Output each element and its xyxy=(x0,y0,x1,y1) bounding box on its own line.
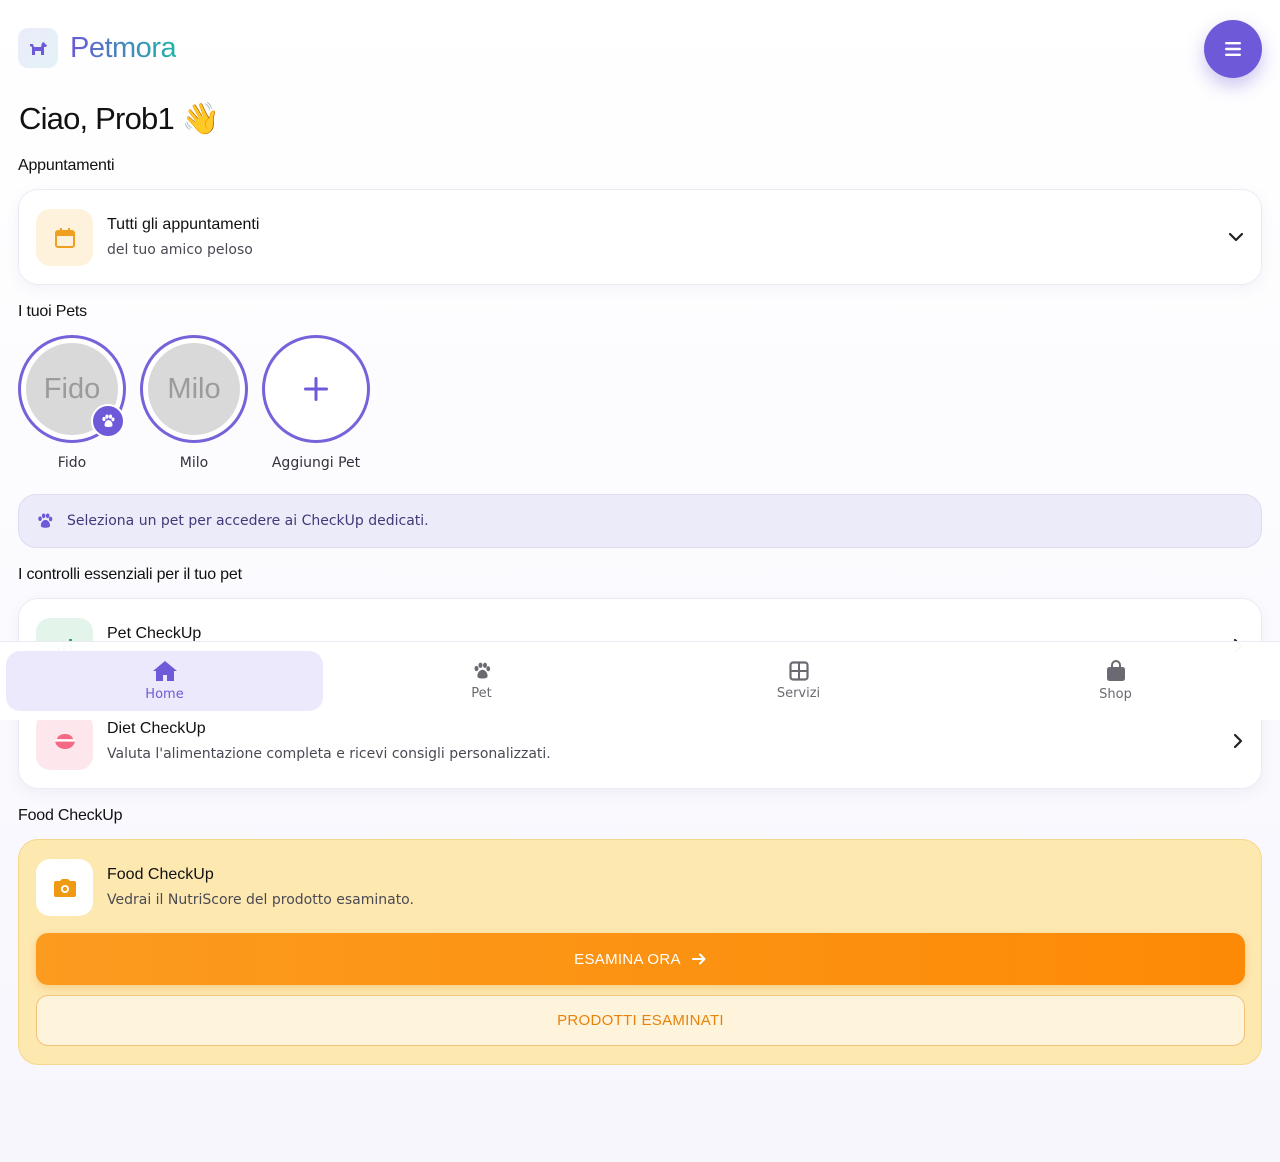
plus-icon xyxy=(304,377,328,401)
add-pet-label: Aggiungi Pet xyxy=(271,455,361,471)
prodotti-esaminati-label: PRODOTTI ESAMINATI xyxy=(557,1012,724,1029)
brand-name: Petmora xyxy=(70,31,177,64)
pets-section-title: I tuoi Pets xyxy=(18,303,87,320)
selected-badge xyxy=(91,404,125,438)
nav-item-servizi[interactable]: Servizi xyxy=(640,651,957,711)
menu-icon xyxy=(1225,42,1241,56)
paw-icon xyxy=(102,414,115,427)
food-checkup-subtitle: Vedrai il NutriScore del prodotto esamin… xyxy=(107,892,414,908)
chevron-down-icon[interactable] xyxy=(1227,228,1245,246)
diet-checkup-subtitle: Valuta l'alimentazione completa e ricevi… xyxy=(107,746,551,762)
pet-avatar-ring: Fido xyxy=(18,335,126,443)
pet-name: Fido xyxy=(57,455,87,471)
appointments-section-title: Appuntamenti xyxy=(18,157,115,174)
diet-checkup-tile xyxy=(36,713,93,770)
add-pet-button[interactable]: Aggiungi Pet xyxy=(262,335,370,471)
header: Petmora xyxy=(18,28,177,68)
nav-label: Home xyxy=(145,687,184,702)
pet-name: Milo xyxy=(179,455,209,471)
camera-icon xyxy=(53,878,76,897)
appointments-tile xyxy=(36,209,93,266)
shopping-bag-icon xyxy=(1106,660,1125,681)
menu-button[interactable] xyxy=(1204,20,1262,78)
appointments-card[interactable]: Tutti gli appuntamenti del tuo amico pel… xyxy=(18,189,1262,285)
pet-avatar: Milo xyxy=(148,343,240,435)
nav-label: Servizi xyxy=(776,686,821,701)
food-checkup-section-title: Food CheckUp xyxy=(18,807,123,824)
grid-icon xyxy=(788,661,809,681)
appointments-title: Tutti gli appuntamenti xyxy=(107,216,260,233)
bottom-nav: Home Pet Servizi Shop xyxy=(0,641,1280,720)
nav-item-pet[interactable]: Pet xyxy=(323,651,640,711)
pet-item-milo[interactable]: Milo Milo xyxy=(140,335,248,471)
food-bowl-icon xyxy=(54,733,75,749)
esamina-ora-label: ESAMINA ORA xyxy=(574,950,681,968)
calendar-icon xyxy=(54,227,75,248)
nav-item-home[interactable]: Home xyxy=(6,651,323,711)
diet-checkup-title: Diet CheckUp xyxy=(107,720,206,737)
dog-icon xyxy=(30,42,47,55)
paw-icon xyxy=(38,513,53,528)
prodotti-esaminati-button[interactable]: PRODOTTI ESAMINATI xyxy=(36,995,1245,1046)
esamina-ora-button[interactable]: ESAMINA ORA xyxy=(36,933,1245,985)
home-icon xyxy=(152,661,177,681)
info-banner: Seleziona un pet per accedere ai CheckUp… xyxy=(18,494,1262,548)
nav-item-shop[interactable]: Shop xyxy=(957,651,1274,711)
chevron-right-icon[interactable] xyxy=(1229,732,1247,750)
food-checkup-tile xyxy=(36,859,93,916)
paw-icon xyxy=(474,662,490,679)
info-banner-text: Seleziona un pet per accedere ai CheckUp… xyxy=(67,513,429,529)
pet-item-fido[interactable]: Fido Fido xyxy=(18,335,126,471)
arrow-right-icon xyxy=(691,953,706,965)
logo[interactable] xyxy=(18,28,58,68)
greeting: Ciao, Prob1 👋 xyxy=(19,101,220,136)
pet-avatar-ring: Milo xyxy=(140,335,248,443)
nav-label: Pet xyxy=(471,686,492,701)
checkups-section-title: I controlli essenziali per il tuo pet xyxy=(18,566,242,583)
food-checkup-card: Food CheckUp Vedrai il NutriScore del pr… xyxy=(18,839,1262,1065)
food-checkup-title: Food CheckUp xyxy=(107,866,214,883)
nav-label: Shop xyxy=(1099,687,1132,702)
add-pet-ring xyxy=(262,335,370,443)
appointments-subtitle: del tuo amico peloso xyxy=(107,242,253,258)
